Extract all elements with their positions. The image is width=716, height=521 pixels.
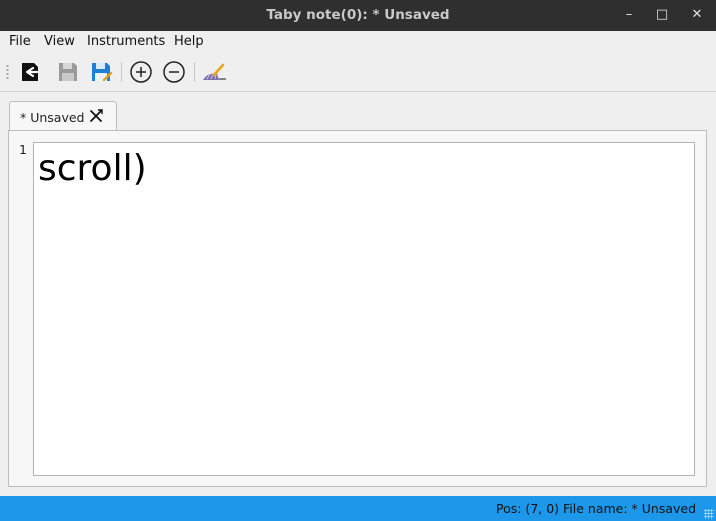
exit-icon <box>22 63 39 81</box>
menu-instruments[interactable]: Instruments <box>87 34 165 49</box>
menu-bar: File View Instruments Help <box>0 31 716 53</box>
zoom-out-icon <box>163 61 185 83</box>
tab-close-button[interactable] <box>88 108 104 124</box>
tab-label: * Unsaved <box>20 110 85 125</box>
window-title: Taby note(0): * Unsaved <box>266 7 450 23</box>
zoom-in-icon <box>130 61 152 83</box>
title-bar: Taby note(0): * Unsaved – □ ✕ <box>0 0 716 31</box>
toolbar-grip[interactable] <box>6 64 9 80</box>
menu-file[interactable]: File <box>9 34 31 49</box>
line-number: 1 <box>19 142 27 157</box>
cursor-position: Pos: (7, 0) <box>496 501 560 516</box>
close-icon <box>90 109 103 122</box>
zoom-out-button[interactable] <box>162 60 186 84</box>
editor-text[interactable]: scroll) <box>38 147 147 191</box>
toolbar <box>0 53 716 92</box>
zoom-in-button[interactable] <box>129 60 153 84</box>
menu-view[interactable]: View <box>44 34 75 49</box>
clean-button[interactable] <box>201 60 226 84</box>
tab-bar: * Unsaved <box>0 91 716 131</box>
menu-help[interactable]: Help <box>174 34 204 49</box>
clean-brush-icon <box>203 63 226 80</box>
minimize-button[interactable]: – <box>618 5 640 25</box>
text-editor[interactable]: scroll) <box>33 142 695 476</box>
exit-button[interactable] <box>18 60 42 84</box>
save-as-button[interactable] <box>89 60 113 84</box>
save-button[interactable] <box>56 60 80 84</box>
status-bar: Pos: (7, 0) File name: * Unsaved <box>0 496 716 521</box>
tab-unsaved[interactable]: * Unsaved <box>9 101 117 131</box>
maximize-button[interactable]: □ <box>651 5 673 25</box>
save-as-icon <box>92 63 113 82</box>
save-icon <box>59 63 77 81</box>
toolbar-separator <box>194 62 195 82</box>
close-window-button[interactable]: ✕ <box>686 5 708 25</box>
resize-grip[interactable] <box>704 509 714 519</box>
file-name-label: File name: * Unsaved <box>563 501 697 516</box>
toolbar-separator <box>121 62 122 82</box>
